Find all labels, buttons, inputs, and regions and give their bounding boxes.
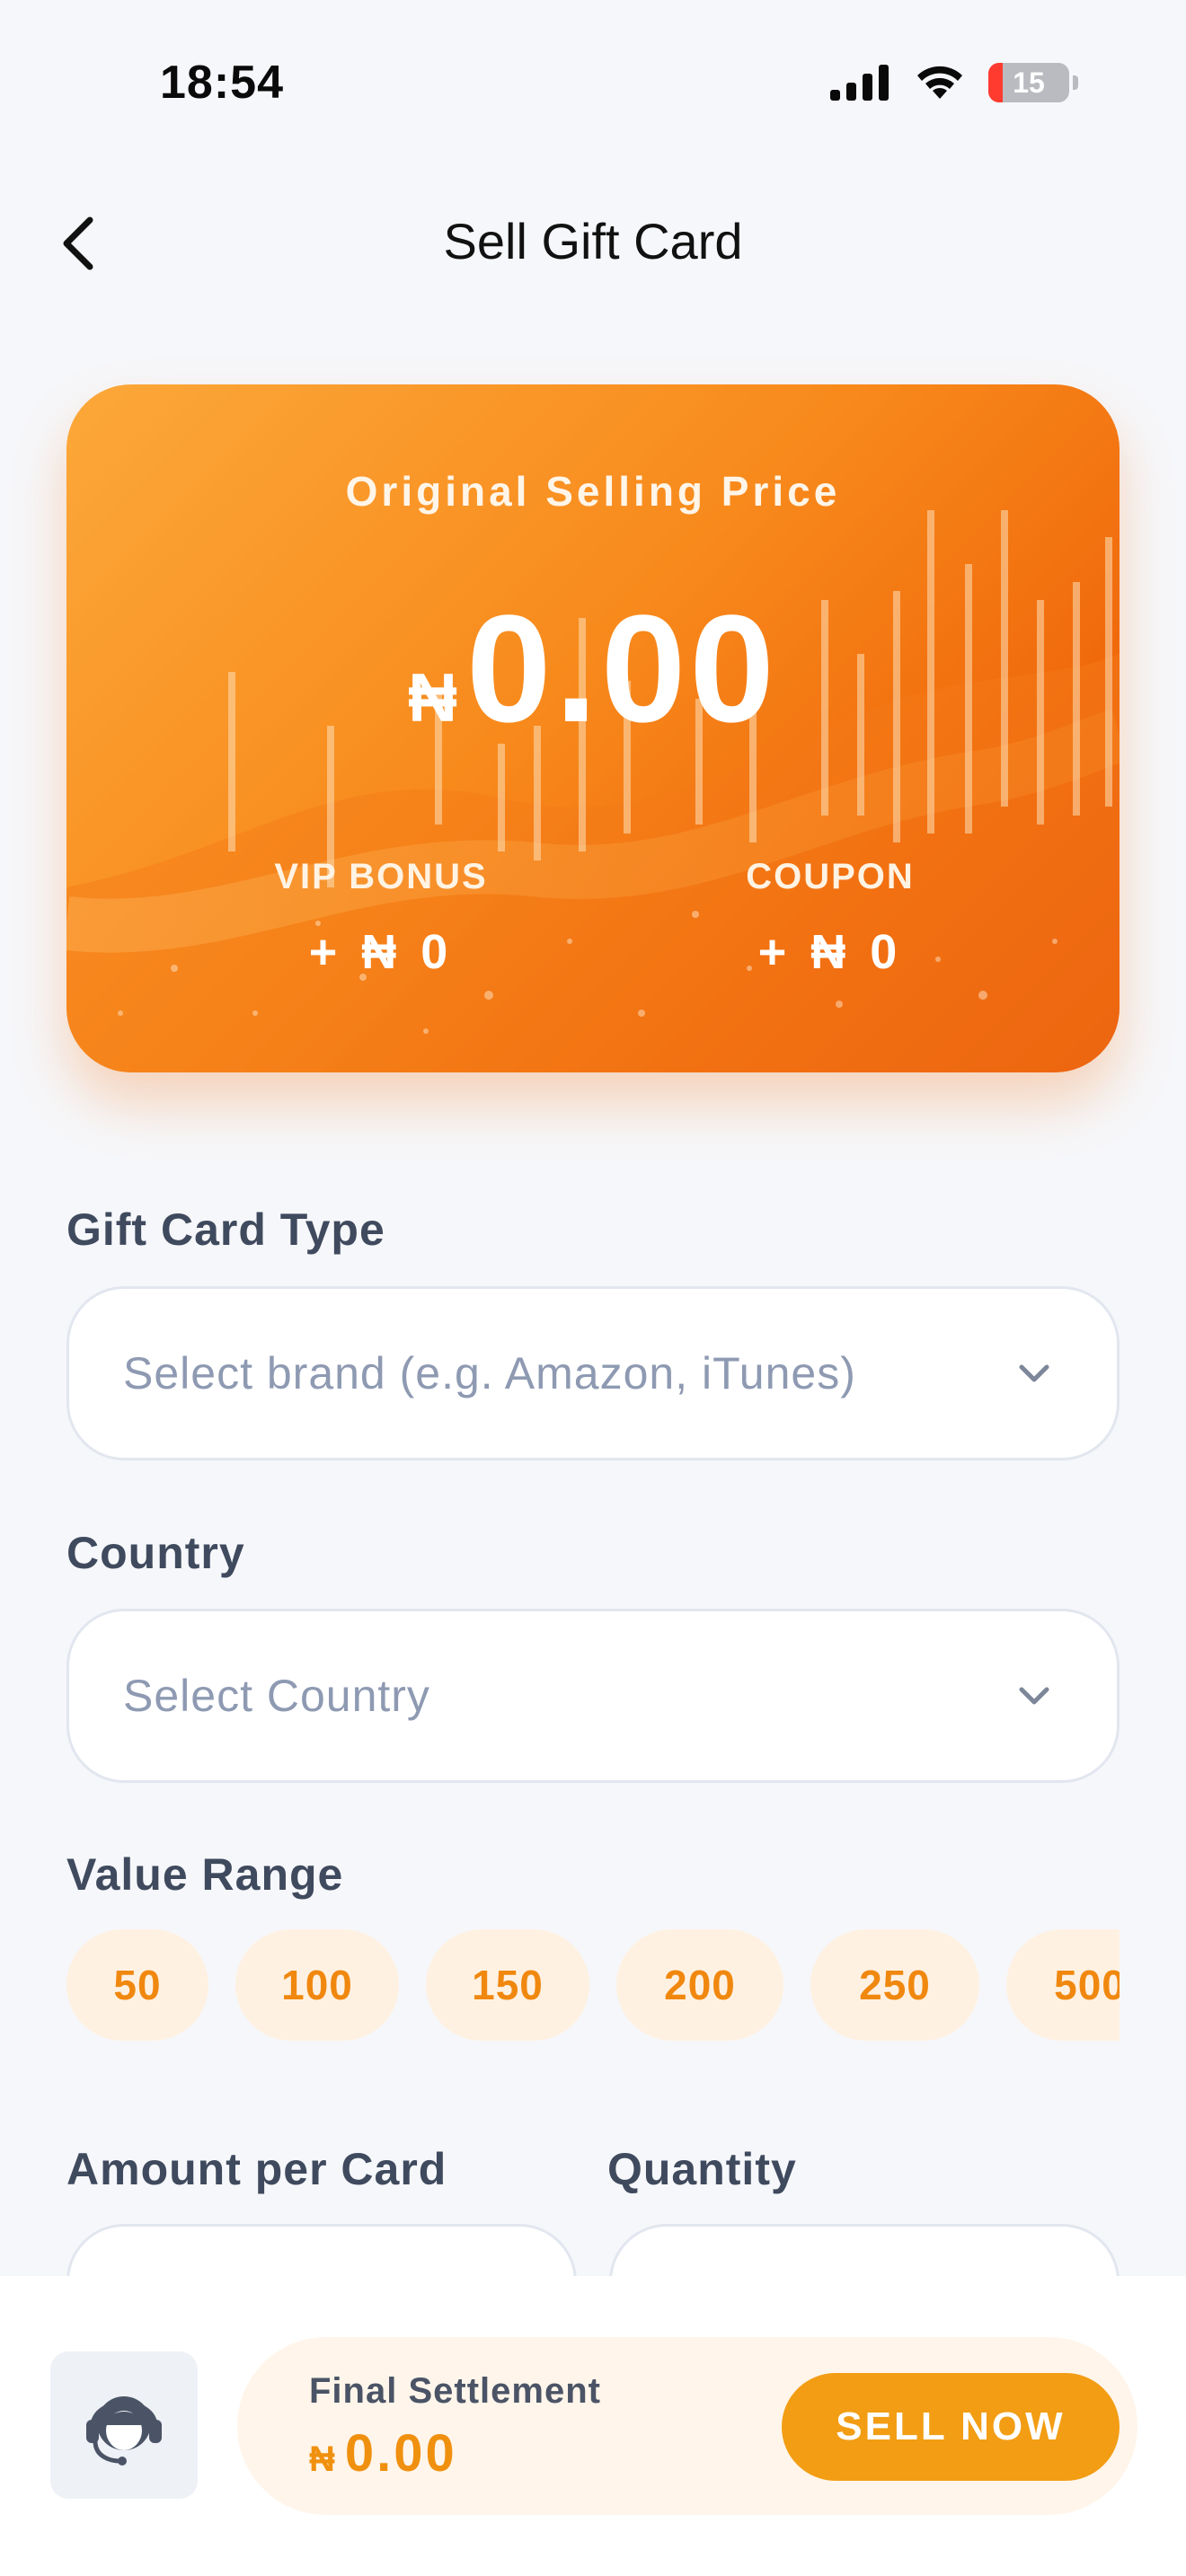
value-chip[interactable]: 150 (426, 1929, 589, 2041)
wifi-icon (917, 66, 962, 99)
bottom-bar: Final Settlement ₦ 0.00 SELL NOW (0, 2276, 1186, 2576)
price-card: Original Selling Price ₦ 0.00 VIP BONUS … (66, 384, 1120, 1072)
price-currency: ₦ (408, 660, 457, 737)
chevron-down-icon (1019, 1687, 1049, 1705)
sell-now-button[interactable]: SELL NOW (782, 2373, 1120, 2481)
settlement-panel: Final Settlement ₦ 0.00 SELL NOW (237, 2337, 1137, 2515)
quantity-label: Quantity (607, 2144, 797, 2194)
value-chip[interactable]: 200 (616, 1929, 783, 2041)
battery-tip (1073, 75, 1078, 90)
battery-icon: 15 (988, 63, 1069, 102)
page-title: Sell Gift Card (443, 213, 743, 269)
chevron-down-icon (1019, 1364, 1049, 1382)
battery-level: 15 (1013, 66, 1045, 99)
vip-bonus-label: VIP BONUS (274, 857, 488, 896)
settlement-value: ₦ 0.00 (309, 2423, 457, 2483)
settlement-currency: ₦ (309, 2439, 338, 2479)
settlement-amount: 0.00 (344, 2424, 457, 2483)
original-price-label: Original Selling Price (345, 468, 841, 515)
value-range-chips: 50 100 150 200 250 500 (66, 1929, 1120, 2041)
coupon-value: + ₦ 0 (757, 925, 903, 979)
vip-bonus-value: + ₦ 0 (308, 925, 454, 979)
gift-card-type-label: Gift Card Type (66, 1204, 385, 1255)
value-chip[interactable]: 100 (235, 1929, 399, 2041)
value-chip[interactable]: 50 (66, 1929, 208, 2041)
status-time: 18:54 (160, 57, 284, 109)
support-button[interactable] (50, 2351, 198, 2499)
status-bar: 18:54 15 (0, 0, 1186, 162)
coupon-label: COUPON (746, 857, 915, 896)
gift-card-type-placeholder: Select brand (e.g. Amazon, iTunes) (123, 1348, 856, 1398)
header: Sell Gift Card (0, 162, 1186, 323)
value-range-label: Value Range (66, 1849, 344, 1900)
country-placeholder: Select Country (123, 1671, 430, 1721)
headset-support-icon (86, 2396, 162, 2466)
gift-card-type-select[interactable]: Select brand (e.g. Amazon, iTunes) (66, 1286, 1120, 1460)
original-price-amount: ₦ 0.00 (66, 593, 1120, 745)
amount-per-card-label: Amount per Card (66, 2144, 447, 2194)
coupon: COUPON + ₦ 0 (651, 857, 1010, 980)
country-select[interactable]: Select Country (66, 1609, 1120, 1783)
status-icons: 15 (830, 63, 1078, 102)
signal-icon (830, 65, 889, 101)
vip-bonus: VIP BONUS + ₦ 0 (201, 857, 561, 980)
value-chip[interactable]: 250 (810, 1929, 979, 2041)
value-chip[interactable]: 500 (1006, 1929, 1120, 2041)
settlement-label: Final Settlement (309, 2371, 601, 2411)
price-value: 0.00 (466, 584, 778, 754)
country-label: Country (66, 1528, 245, 1578)
